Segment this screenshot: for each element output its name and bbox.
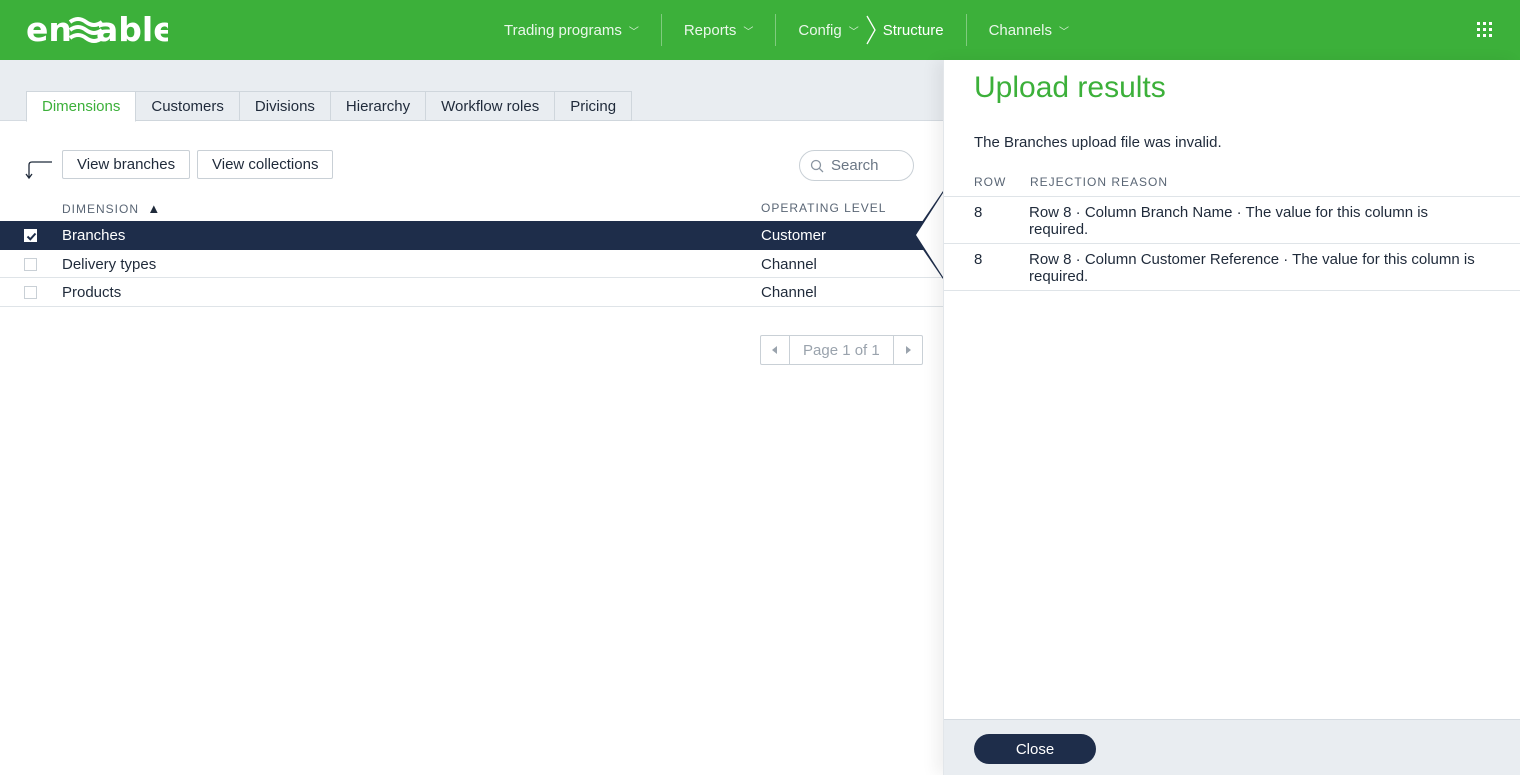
dimensions-table: Branches Customer Delivery types Channel… [0, 221, 943, 307]
chevron-down-icon: ﹀ [743, 26, 754, 38]
operating-level: Channel [761, 255, 817, 273]
caret-left-icon [772, 346, 777, 354]
close-button[interactable]: Close [974, 734, 1096, 764]
row-number: 8 [974, 204, 983, 221]
search-icon [810, 159, 824, 172]
row-checkbox[interactable] [24, 257, 37, 271]
row-number: 8 [974, 251, 983, 268]
tab-customers[interactable]: Customers [136, 91, 240, 121]
view-branches-button[interactable]: View branches [62, 150, 191, 179]
row-checkbox[interactable] [24, 229, 37, 242]
chevron-down-icon: ﹀ [628, 26, 639, 38]
dimension-name: Products [62, 284, 122, 301]
dimension-name: Branches [62, 227, 126, 244]
rejection-reason: Row 8 · Column Customer Reference · The … [1029, 251, 1475, 285]
tab-divisions[interactable]: Divisions [239, 91, 331, 121]
sort-ascending-icon: ▲ [147, 201, 162, 216]
panel-footer: Close [944, 719, 1520, 775]
panel-title: Upload results [974, 71, 1166, 104]
tabs: Dimensions Customers Divisions Hierarchy… [26, 91, 633, 122]
page-indicator: Page 1 of 1 [789, 336, 894, 364]
table-row[interactable]: Products Channel [0, 278, 943, 307]
nav-label: Reports [683, 21, 737, 39]
next-page-button[interactable] [894, 336, 922, 364]
pagination: Page 1 of 1 [760, 335, 923, 365]
breadcrumb-separator-icon [866, 15, 876, 45]
operating-level: Customer [761, 227, 827, 244]
column-header-row: ROW [974, 175, 1007, 189]
nav-reports[interactable]: Reports ﹀ [662, 0, 776, 60]
nav-structure[interactable]: Structure [883, 0, 966, 60]
nav-label: Channels [988, 21, 1052, 39]
column-header-operating-level: OPERATING LEVEL [761, 201, 887, 215]
upload-status-message: The Branches upload file was invalid. [974, 134, 1222, 151]
tab-hierarchy[interactable]: Hierarchy [330, 91, 427, 121]
table-row[interactable]: Delivery types Channel [0, 250, 943, 278]
top-bar: en able Trading programs ﹀ Reports ﹀ Con… [0, 0, 1520, 60]
rejection-reason: Row 8 · Column Branch Name · The value f… [1029, 204, 1429, 238]
nav-config[interactable]: Config ﹀ [776, 0, 882, 60]
upload-results-panel: Upload results The Branches upload file … [943, 60, 1520, 775]
selection-pointer [913, 191, 943, 279]
operating-level: Channel [761, 284, 817, 301]
main-nav: Trading programs ﹀ Reports ﹀ Config ﹀ St… [482, 0, 1091, 60]
checkmark-icon [26, 232, 37, 241]
svg-text:en: en [26, 10, 72, 48]
rejection-table: 8 Row 8 · Column Branch Name · The value… [944, 196, 1520, 291]
chevron-down-icon: ﹀ [1058, 26, 1069, 38]
dimension-name: Delivery types [62, 255, 157, 273]
previous-page-button[interactable] [761, 336, 789, 364]
nav-label: Config [798, 21, 842, 39]
nav-channels[interactable]: Channels ﹀ [967, 0, 1091, 60]
chevron-down-icon: ﹀ [848, 26, 859, 38]
tab-dimensions[interactable]: Dimensions [26, 91, 137, 122]
view-collections-button[interactable]: View collections [197, 150, 334, 179]
svg-text:able: able [96, 10, 168, 48]
logo-mark: en able [26, 10, 168, 48]
apps-grid-icon[interactable] [1477, 22, 1492, 37]
dimensions-panel: Dimensions Customers Divisions Hierarchy… [0, 60, 943, 775]
search-input[interactable]: Search [799, 150, 914, 181]
table-header: DIMENSION ▲ OPERATING LEVEL [0, 196, 943, 221]
table-row[interactable]: Branches Customer [0, 221, 943, 250]
tab-workflow-roles[interactable]: Workflow roles [426, 91, 556, 121]
back-arrow-icon[interactable] [24, 157, 54, 181]
column-header-rejection-reason: REJECTION REASON [1030, 175, 1169, 189]
rejection-row: 8 Row 8 · Column Branch Name · The value… [944, 196, 1520, 243]
column-label: DIMENSION [62, 202, 140, 216]
rejection-row: 8 Row 8 · Column Customer Reference · Th… [944, 243, 1520, 291]
nav-trading-programs[interactable]: Trading programs ﹀ [482, 0, 661, 60]
tab-pricing[interactable]: Pricing [555, 91, 633, 121]
column-header-dimension[interactable]: DIMENSION ▲ [62, 201, 161, 216]
enable-logo[interactable]: en able [26, 10, 168, 48]
breadcrumb-current: Structure [882, 21, 944, 39]
row-checkbox[interactable] [24, 286, 37, 299]
caret-right-icon [905, 346, 911, 354]
search-placeholder: Search [831, 157, 879, 174]
tab-strip: Dimensions Customers Divisions Hierarchy… [0, 60, 943, 122]
nav-label: Trading programs [504, 21, 622, 39]
